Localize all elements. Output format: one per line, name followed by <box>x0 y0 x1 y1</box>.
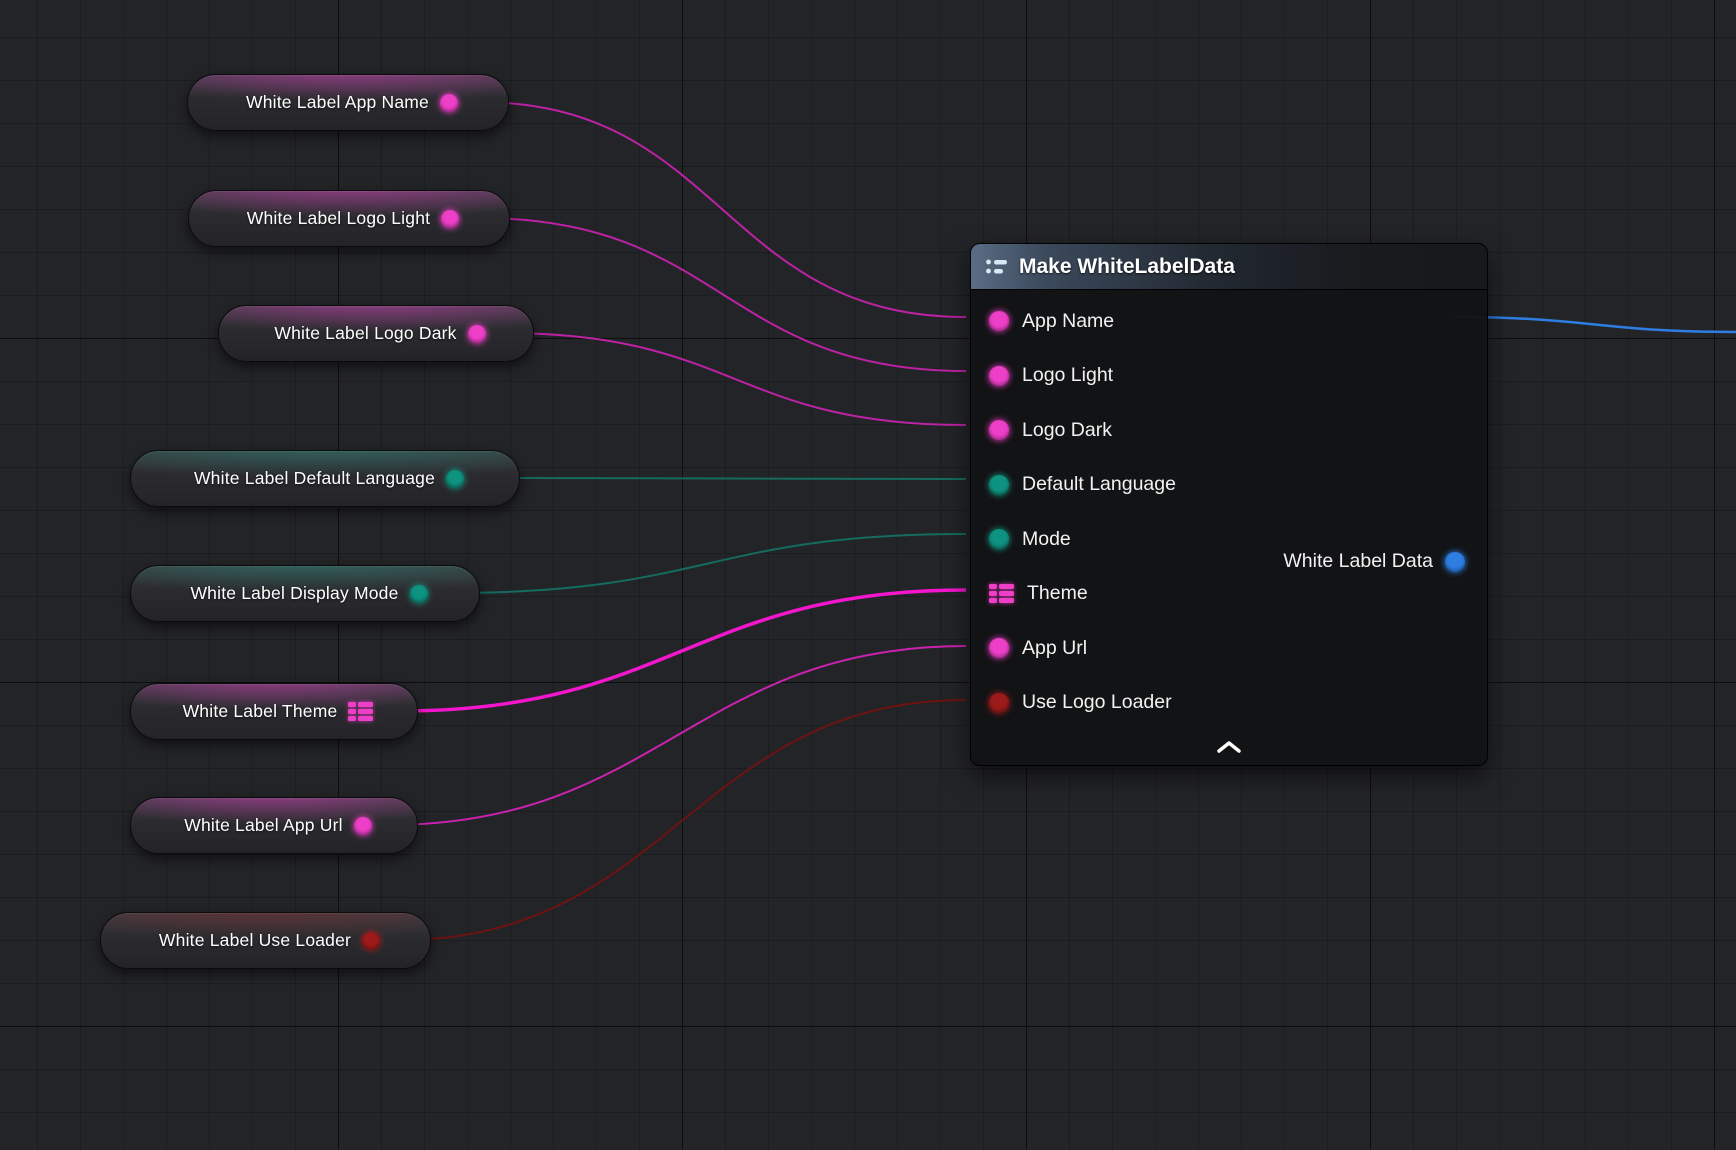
input-pin-label: App Name <box>1022 310 1114 333</box>
connection-wire[interactable] <box>1450 317 1736 332</box>
variable-node-label: White Label Logo Dark <box>274 323 456 344</box>
connection-wire[interactable] <box>450 534 966 593</box>
variable-node-label: White Label Theme <box>183 701 338 722</box>
input-pin-struct-icon[interactable] <box>989 584 1014 603</box>
input-row-logo-light: Logo Light <box>971 349 1487 404</box>
node-body: App Name Logo Light Logo Dark Default La… <box>971 290 1487 730</box>
output-pin-label: White Label Data <box>1283 550 1433 573</box>
connection-wire[interactable] <box>479 102 966 317</box>
variable-node-white-label-logo-dark[interactable]: White Label Logo Dark <box>218 305 534 362</box>
output-pin-string[interactable] <box>440 94 458 112</box>
input-pin-enum[interactable] <box>989 475 1009 495</box>
variable-node-white-label-app-url[interactable]: White Label App Url <box>130 797 418 854</box>
output-pin-bool[interactable] <box>362 932 380 950</box>
node-header[interactable]: Make WhiteLabelData <box>971 244 1487 290</box>
input-pin-label: Mode <box>1022 528 1071 551</box>
input-pin-string[interactable] <box>989 420 1009 440</box>
make-struct-icon <box>985 257 1009 277</box>
input-pin-label: Default Language <box>1022 473 1176 496</box>
connection-wire[interactable] <box>480 218 966 371</box>
input-row-app-name: App Name <box>971 294 1487 349</box>
connection-wire[interactable] <box>400 590 966 711</box>
variable-node-label: White Label Logo Light <box>247 208 430 229</box>
collapse-pins-button[interactable] <box>1207 735 1251 759</box>
output-row-white-label-data: White Label Data <box>1283 539 1465 584</box>
variable-node-white-label-app-name[interactable]: White Label App Name <box>187 74 509 131</box>
connection-wire[interactable] <box>490 478 966 479</box>
input-pin-string[interactable] <box>989 311 1009 331</box>
variable-node-label: White Label Use Loader <box>159 930 351 951</box>
input-row-use-logo-loader: Use Logo Loader <box>971 676 1487 731</box>
connection-wire[interactable] <box>388 646 966 825</box>
input-row-default-language: Default Language <box>971 458 1487 513</box>
input-row-logo-dark: Logo Dark <box>971 403 1487 458</box>
variable-node-white-label-display-mode[interactable]: White Label Display Mode <box>130 565 480 622</box>
input-pin-label: App Url <box>1022 637 1087 660</box>
connection-wire[interactable] <box>504 333 966 425</box>
input-row-app-url: App Url <box>971 621 1487 676</box>
input-pin-enum[interactable] <box>989 529 1009 549</box>
node-title: Make WhiteLabelData <box>1019 255 1235 279</box>
variable-node-label: White Label Display Mode <box>190 583 398 604</box>
output-pin-struct[interactable] <box>1445 552 1465 572</box>
output-pin-enum[interactable] <box>410 585 428 603</box>
input-pin-label: Logo Light <box>1022 364 1113 387</box>
input-pin-label: Theme <box>1027 582 1088 605</box>
output-pin-enum[interactable] <box>446 470 464 488</box>
blueprint-graph-canvas[interactable]: White Label App Name White Label Logo Li… <box>0 0 1736 1150</box>
output-pin-string[interactable] <box>354 817 372 835</box>
variable-node-white-label-default-language[interactable]: White Label Default Language <box>130 450 520 507</box>
connection-wire[interactable] <box>400 700 966 940</box>
input-pin-label: Use Logo Loader <box>1022 691 1172 714</box>
output-pin-string[interactable] <box>441 210 459 228</box>
output-pin-string[interactable] <box>468 325 486 343</box>
input-pin-label: Logo Dark <box>1022 419 1112 442</box>
variable-node-white-label-logo-light[interactable]: White Label Logo Light <box>188 190 510 247</box>
variable-node-white-label-use-loader[interactable]: White Label Use Loader <box>100 912 431 969</box>
variable-node-label: White Label App Name <box>246 92 429 113</box>
make-whitelabeldata-node[interactable]: Make WhiteLabelData App Name Logo Light … <box>970 243 1488 766</box>
variable-node-label: White Label App Url <box>184 815 342 836</box>
input-pin-string[interactable] <box>989 366 1009 386</box>
chevron-up-icon <box>1216 740 1242 754</box>
variable-node-label: White Label Default Language <box>194 468 435 489</box>
input-pin-string[interactable] <box>989 638 1009 658</box>
output-pin-struct-icon[interactable] <box>348 702 373 721</box>
variable-node-white-label-theme[interactable]: White Label Theme <box>130 683 418 740</box>
input-pin-bool[interactable] <box>989 693 1009 713</box>
